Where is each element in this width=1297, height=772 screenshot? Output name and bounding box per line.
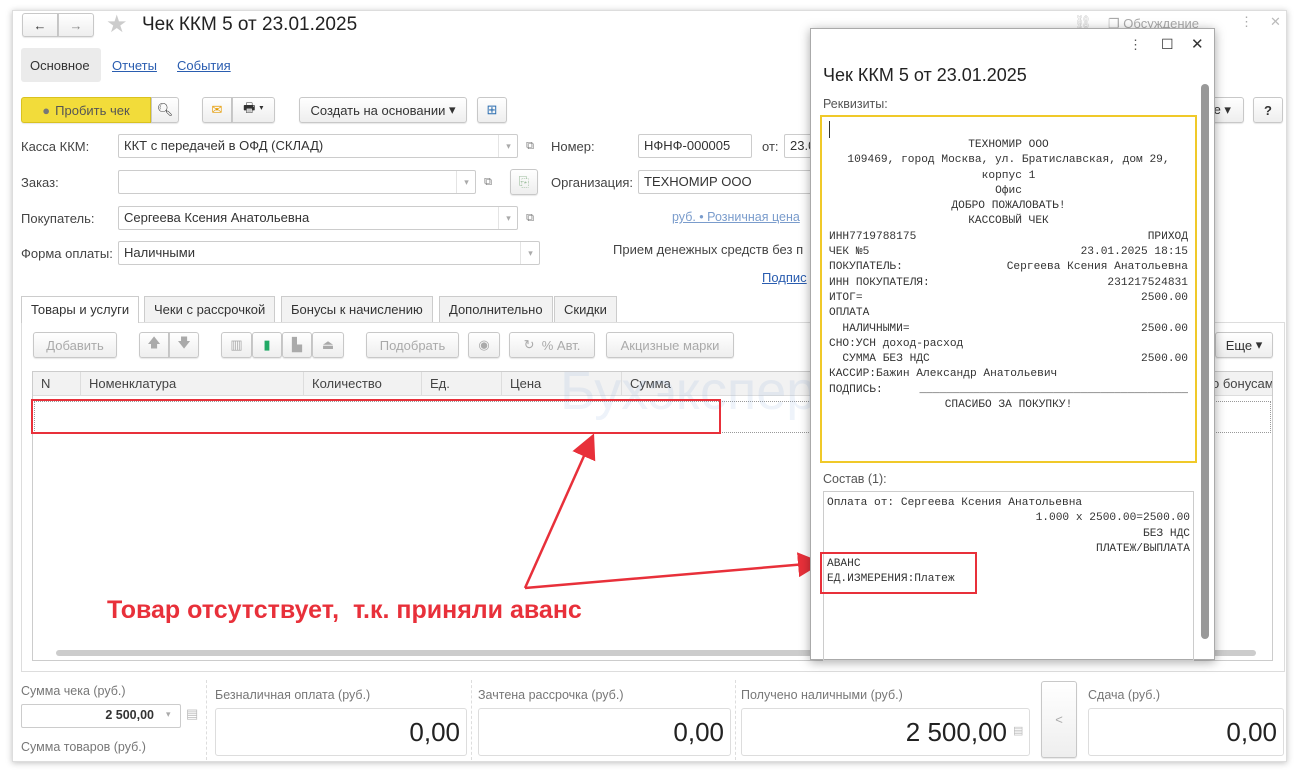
cashless-field[interactable]: 0,00 [215, 708, 467, 756]
receipt-line: КАССОВЫЙ ЧЕК [829, 214, 1188, 229]
change-label: Сдача (руб.) [1088, 688, 1161, 702]
cash-received-label: Получено наличными (руб.) [741, 688, 903, 702]
line-right: 23.01.2025 18:15 [1080, 246, 1188, 259]
line-left: КАССИР:Бажин Александр Анатольевич [829, 368, 1058, 381]
receipt-line: ИТОГ= 2500.00 [829, 291, 1188, 306]
line-left: ПОКУПАТЕЛЬ: [829, 261, 903, 274]
divider [471, 680, 472, 760]
arrow-to-advance [524, 552, 823, 590]
line-left: ЧЕК №5 [829, 246, 870, 259]
popup-close-icon[interactable]: ✕ [1191, 35, 1204, 53]
divider [735, 680, 736, 760]
line-right: 2500.00 [1141, 291, 1188, 304]
receipt-line: ДОБРО ПОЖАЛОВАТЬ! [829, 199, 1188, 214]
receipt-line: СУММА БЕЗ НДС 2500.00 [829, 352, 1188, 367]
check-sum-label: Сумма чека (руб.) [21, 684, 126, 698]
line-left: НАЛИЧНЫМИ= [829, 322, 910, 335]
line-text: КАССОВЫЙ ЧЕК [968, 215, 1049, 228]
annotation-advance-box [820, 552, 977, 594]
line-left: ОПЛАТА [829, 307, 870, 320]
line-right: Сергеева Ксения Анатольевна [1006, 261, 1188, 274]
divider [206, 680, 207, 760]
arrow-to-row [523, 433, 596, 589]
change-field[interactable]: 0,00 [1088, 708, 1284, 756]
receipt-text[interactable]: ТЕХНОМИР ООО 109469, город Москва, ул. Бр… [820, 115, 1197, 463]
line-left: СНО:УСН доход-расход [829, 337, 964, 350]
receipt-line: НАЛИЧНЫМИ= 2500.00 [829, 322, 1188, 337]
receipt-line: ТЕХНОМИР ООО [829, 138, 1188, 153]
receipt-line: БЕЗ НДС [827, 527, 1190, 542]
line-text: 109469, город Москва, ул. Братиславская,… [847, 154, 1170, 167]
line-right: ________________________________________ [919, 383, 1188, 396]
goods-sum-label: Сумма товаров (руб.) [21, 740, 146, 754]
receipt-line: 109469, город Москва, ул. Братиславская,… [829, 153, 1188, 168]
requisites-label: Реквизиты: [823, 97, 888, 111]
line-right: 1.000 x 2500.00=2500.00 [1035, 512, 1190, 525]
line-left: ИНН ПОКУПАТЕЛЯ: [829, 276, 930, 289]
popup-title: Чек ККМ 5 от 23.01.2025 [823, 65, 1027, 85]
receipt-line: ЧЕК №5 23.01.2025 18:15 [829, 245, 1188, 260]
receipt-line: Оплата от: Сергеева Ксения Анатольевна [827, 496, 1190, 511]
line-left: ПОДПИСЬ: [829, 383, 883, 396]
line-left: СУММА БЕЗ НДС [829, 353, 930, 366]
line-left: ИНН7719788175 [829, 230, 917, 243]
receipt-line: КАССИР:Бажин Александр Анатольевич [829, 367, 1188, 382]
receipt-line: ПОДПИСЬ: ________________________________… [829, 383, 1188, 398]
line-text: Офис [995, 184, 1022, 197]
popup-maximize-icon[interactable]: ☐ [1161, 36, 1174, 53]
line-text: ДОБРО ПОЖАЛОВАТЬ! [951, 200, 1066, 213]
line-text: СПАСИБО ЗА ПОКУПКУ! [944, 399, 1073, 412]
receipt-line: СНО:УСН доход-расход [829, 337, 1188, 352]
cash-received-field[interactable]: 2 500,00 [741, 708, 1030, 756]
line-right: ПРИХОД [1147, 230, 1188, 243]
line-right: 2500.00 [1141, 353, 1188, 366]
composition-label: Состав (1): [823, 472, 887, 486]
check-sum-dropdown[interactable]: ▾ [166, 709, 171, 720]
line-right: 231217524831 [1107, 276, 1188, 289]
line-left: ИТОГ= [829, 291, 863, 304]
receipt-line: Офис [829, 184, 1188, 199]
receipt-line: ИНН7719788175 ПРИХОД [829, 230, 1188, 245]
installment-label: Зачтена рассрочка (руб.) [478, 688, 624, 702]
calculator-icon[interactable]: ▤ [186, 706, 198, 722]
receipt-line: корпус 1 [829, 169, 1188, 184]
line-left: Оплата от: Сергеева Ксения Анатольевна [827, 497, 1083, 509]
receipt-line: ОПЛАТА [829, 306, 1188, 321]
receipt-line: 1.000 x 2500.00=2500.00 [827, 511, 1190, 526]
line-right: 2500.00 [1141, 322, 1188, 335]
collapse-button[interactable]: < [1041, 681, 1077, 758]
check-sum-field[interactable]: 2 500,00 [21, 704, 181, 728]
receipt-line: ИНН ПОКУПАТЕЛЯ: 231217524831 [829, 276, 1188, 291]
receipt-line: ПОКУПАТЕЛЬ: Сергеева Ксения Анатольевна [829, 260, 1188, 275]
line-text: корпус 1 [981, 169, 1036, 182]
cashless-label: Безналичная оплата (руб.) [215, 688, 371, 702]
installment-field[interactable]: 0,00 [478, 708, 731, 756]
popup-menu-icon[interactable]: ⋮ [1129, 37, 1142, 53]
cash-calculator-icon[interactable]: ▤ [1013, 724, 1023, 737]
popup-scrollbar[interactable] [1201, 84, 1209, 639]
line-text: ТЕХНОМИР ООО [968, 139, 1049, 151]
receipt-line: СПАСИБО ЗА ПОКУПКУ! [829, 398, 1188, 413]
line-right: ПЛАТЕЖ/ВЫПЛАТА [1096, 542, 1190, 555]
text-cursor [829, 121, 830, 138]
line-right: БЕЗ НДС [1143, 527, 1190, 540]
